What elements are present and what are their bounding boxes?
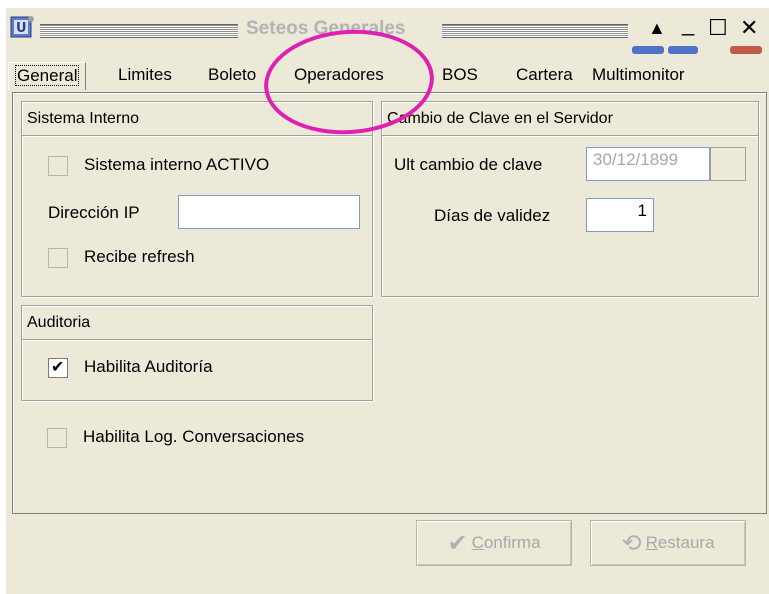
titlebar-button-edge: [632, 46, 664, 54]
title-stripe-left: [40, 24, 238, 38]
recibe-refresh-label: Recibe refresh: [84, 247, 195, 266]
habilita-auditoria-checkbox[interactable]: [48, 357, 68, 378]
settings-window: U Seteos Generales ▲ _ ☐ ✕ General Limit…: [6, 8, 769, 594]
cambio-clave-title: Cambio de Clave en el Servidor: [382, 102, 758, 136]
restore-icon[interactable]: ▲: [648, 15, 666, 41]
log-conversaciones-label: Habilita Log. Conversaciones: [83, 427, 305, 446]
general-panel: Sistema Interno Sistema interno ACTIVO D…: [12, 92, 767, 514]
checkmark-icon: ✔: [447, 529, 468, 557]
log-conversaciones-checkbox[interactable]: [47, 428, 67, 448]
dias-validez-input[interactable]: 1: [586, 198, 654, 232]
close-icon[interactable]: ✕: [740, 15, 758, 41]
cambio-clave-group: Cambio de Clave en el Servidor Ult cambi…: [381, 101, 759, 297]
auditoria-title: Auditoria: [22, 306, 372, 340]
tab-multimonitor[interactable]: Multimonitor: [592, 65, 685, 85]
recibe-refresh-checkbox[interactable]: [48, 248, 68, 268]
ip-label: Dirección IP: [48, 203, 140, 222]
tab-cartera[interactable]: Cartera: [516, 65, 573, 85]
sistema-interno-title: Sistema Interno: [22, 102, 372, 136]
titlebar-button-edge: [730, 46, 762, 54]
ult-cambio-button: [710, 147, 746, 181]
ult-cambio-field: 30/12/1899: [586, 147, 710, 181]
title-stripe-right: [442, 24, 628, 38]
restaura-button[interactable]: ⟲ Restaura: [590, 520, 746, 566]
confirma-label-accel: C: [471, 533, 484, 552]
confirma-label: onfirma: [483, 533, 541, 552]
restaura-label: estaura: [657, 533, 715, 552]
tab-general[interactable]: General: [8, 62, 87, 90]
minimize-icon[interactable]: _: [682, 11, 694, 37]
title-bar[interactable]: U Seteos Generales ▲ _ ☐ ✕: [6, 8, 769, 54]
dias-validez-label: Días de validez: [434, 206, 551, 225]
auditoria-group: Auditoria Habilita Auditoría: [21, 305, 373, 401]
titlebar-button-edge: [668, 46, 698, 54]
refresh-icon: ⟲: [621, 529, 642, 557]
maximize-icon[interactable]: ☐: [708, 15, 728, 41]
tab-limites[interactable]: Limites: [118, 65, 172, 85]
svg-text:U: U: [16, 21, 27, 36]
window-title: Seteos Generales: [246, 18, 406, 39]
sistema-activo-label: Sistema interno ACTIVO: [84, 155, 270, 174]
ip-input[interactable]: [178, 195, 360, 229]
sistema-interno-group: Sistema Interno Sistema interno ACTIVO D…: [21, 101, 373, 297]
tab-operadores[interactable]: Operadores: [294, 65, 384, 85]
habilita-auditoria-label: Habilita Auditoría: [84, 357, 213, 376]
confirma-button[interactable]: ✔ Confirma: [416, 520, 572, 566]
restaura-label-accel: R: [645, 533, 658, 552]
tab-bos[interactable]: BOS: [442, 65, 478, 85]
tab-boleto[interactable]: Boleto: [208, 65, 256, 85]
app-icon: U: [10, 16, 34, 38]
ult-cambio-label: Ult cambio de clave: [394, 155, 543, 174]
tab-strip: General Limites Boleto Operadores BOS Ca…: [6, 62, 769, 92]
sistema-activo-checkbox[interactable]: [48, 156, 68, 176]
